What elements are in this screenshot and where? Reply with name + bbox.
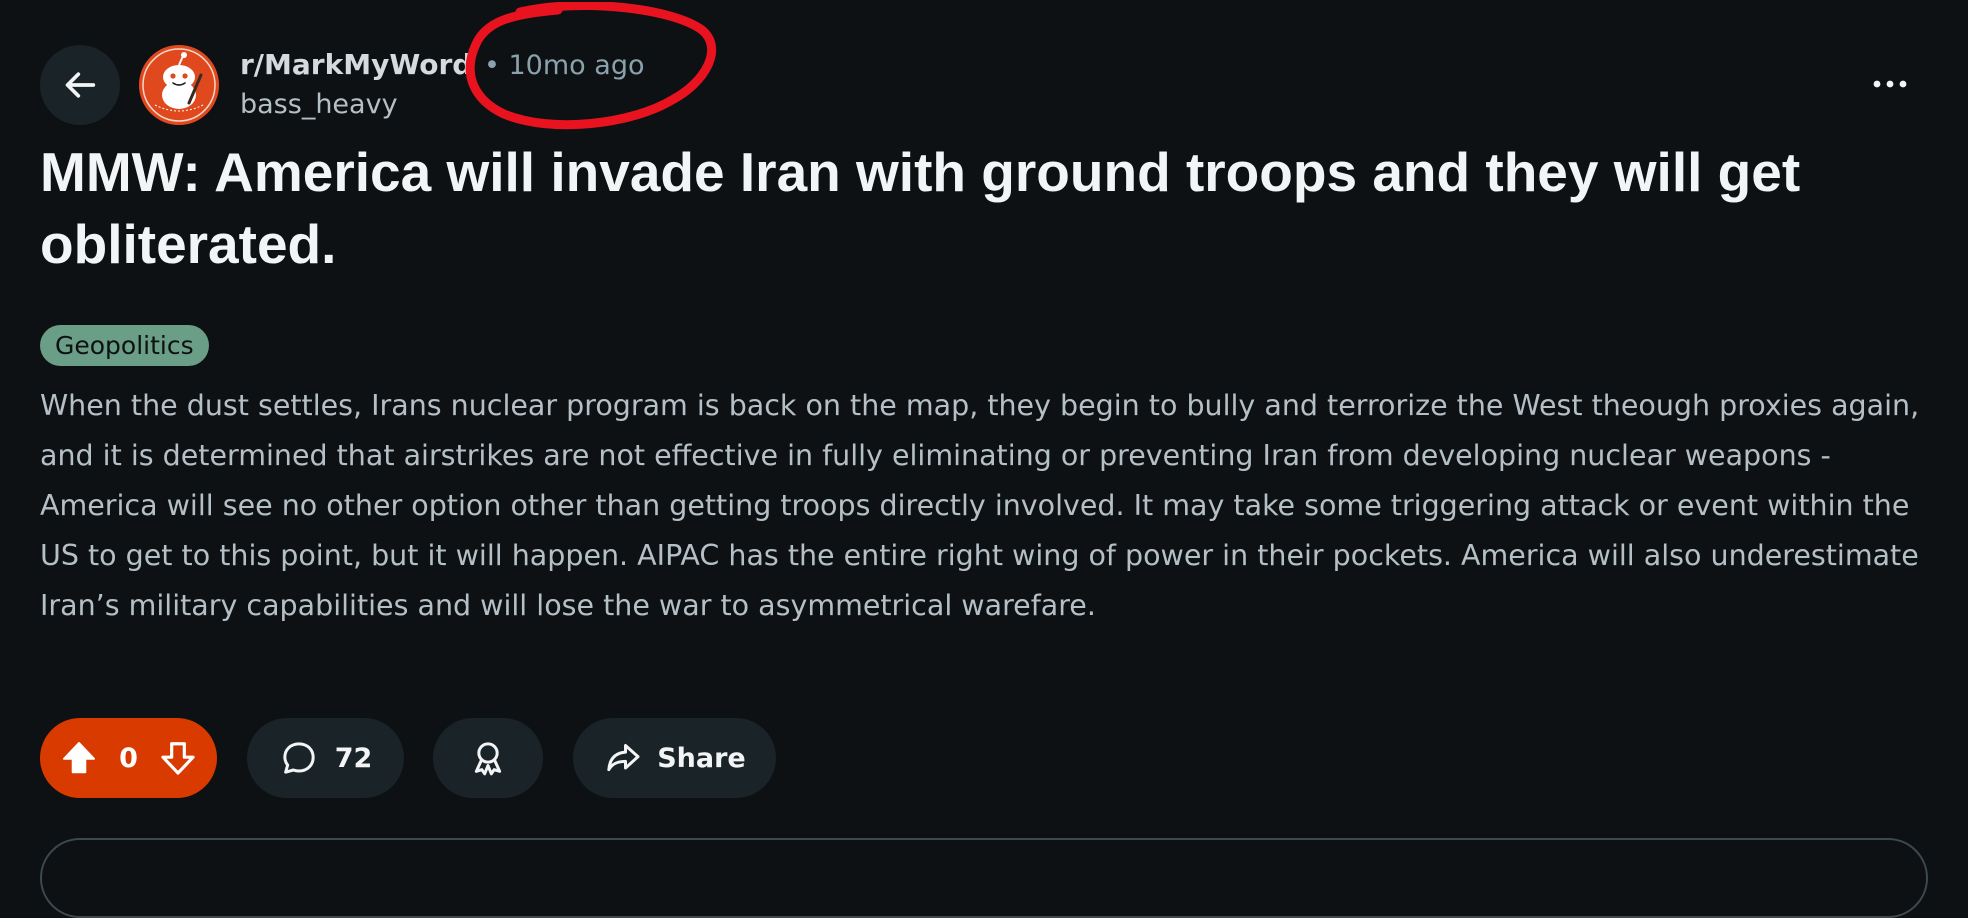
back-button[interactable] [40,45,120,125]
upvote-button[interactable] [60,738,98,778]
downvote-button[interactable] [159,738,197,778]
comment-bubble-icon [283,742,315,774]
share-arrow-icon [607,744,640,772]
post-title: MMW: America will invade Iran with groun… [40,141,1801,275]
share-button[interactable]: Share [573,718,776,798]
red-circle-annotation [465,2,717,130]
comment-count: 72 [334,742,373,774]
downvote-arrow-icon [161,742,195,775]
post-flair[interactable]: Geopolitics [40,325,209,366]
subreddit-name[interactable]: r/MarkMyWords [240,48,468,81]
author-username[interactable]: bass_heavy [240,89,398,120]
share-label: Share [657,742,746,774]
more-dots-icon [1873,80,1907,88]
award-ribbon-icon [474,742,502,776]
comments-button[interactable]: 72 [247,718,404,798]
arrow-left-icon [65,72,96,98]
post-body: When the dust settles, Irans nuclear pro… [40,389,1920,622]
subreddit-avatar[interactable] [139,45,219,125]
award-button[interactable] [433,718,543,798]
more-options-button[interactable] [1858,62,1922,106]
upvote-arrow-icon [63,742,95,774]
vote-score: 0 [119,742,138,774]
subreddit-logo-icon [139,45,219,125]
comment-input-box[interactable] [40,838,1928,918]
vote-pill: 0 [40,718,217,798]
